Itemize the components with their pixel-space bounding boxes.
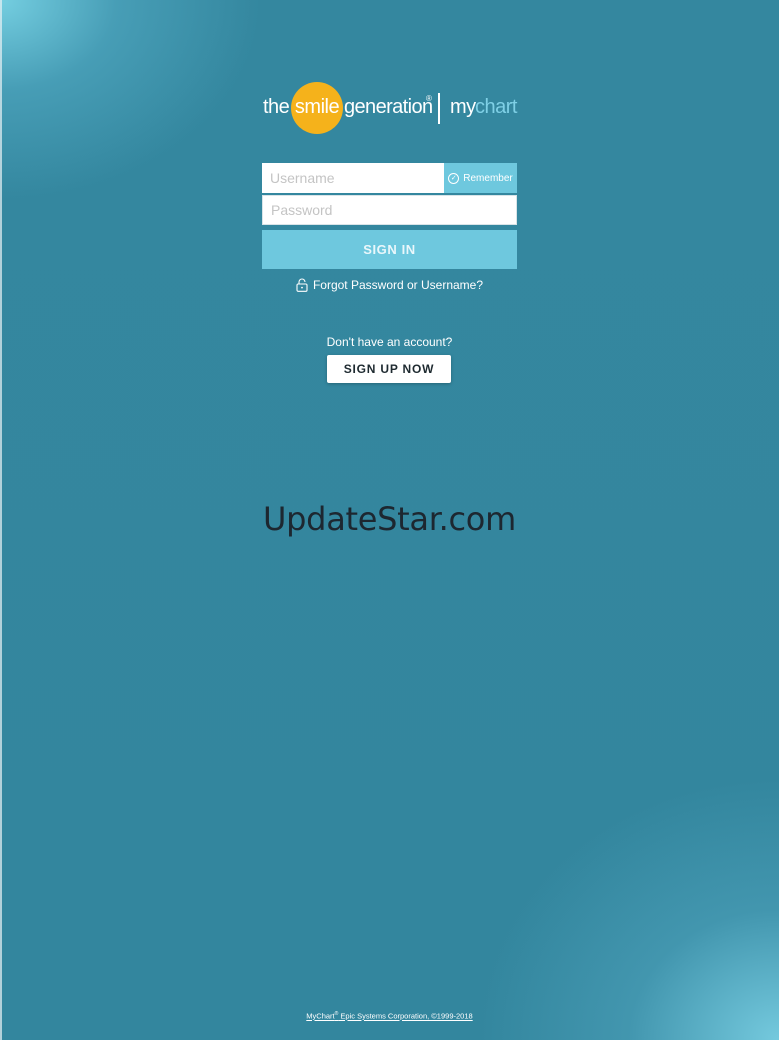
logo-smile-text: smile [294,96,340,118]
password-input[interactable] [262,195,517,225]
remember-toggle[interactable]: ✓ Remember [444,163,517,193]
logo-generation-text: generation [344,96,433,118]
footer-text: Epic Systems Corporation, ©1999-2018 [338,1011,473,1021]
logo-my-text: my [450,96,476,118]
remember-label: Remember [463,172,513,184]
watermark-text: UpdateStar.com [263,500,516,538]
lock-icon [296,278,308,292]
sign-up-button[interactable]: SIGN UP NOW [327,355,451,383]
logo-registered-mark: ® [426,94,432,103]
username-input[interactable] [262,163,444,193]
check-circle-icon: ✓ [448,172,460,184]
forgot-credentials-link[interactable]: Forgot Password or Username? [262,278,517,292]
logo-divider [438,93,440,124]
logo-the-text: the [263,96,290,118]
footer-copyright-link[interactable]: MyChart® Epic Systems Corporation, ©1999… [0,1011,779,1021]
brand-logo: the smile generation ® my chart [263,82,517,136]
logo-chart-text: chart [475,96,517,118]
signup-prompt: Don't have an account? [326,335,453,349]
forgot-label: Forgot Password or Username? [312,278,484,292]
footer-brand: MyChart [306,1011,335,1021]
sign-in-button[interactable]: SIGN IN [262,230,517,269]
